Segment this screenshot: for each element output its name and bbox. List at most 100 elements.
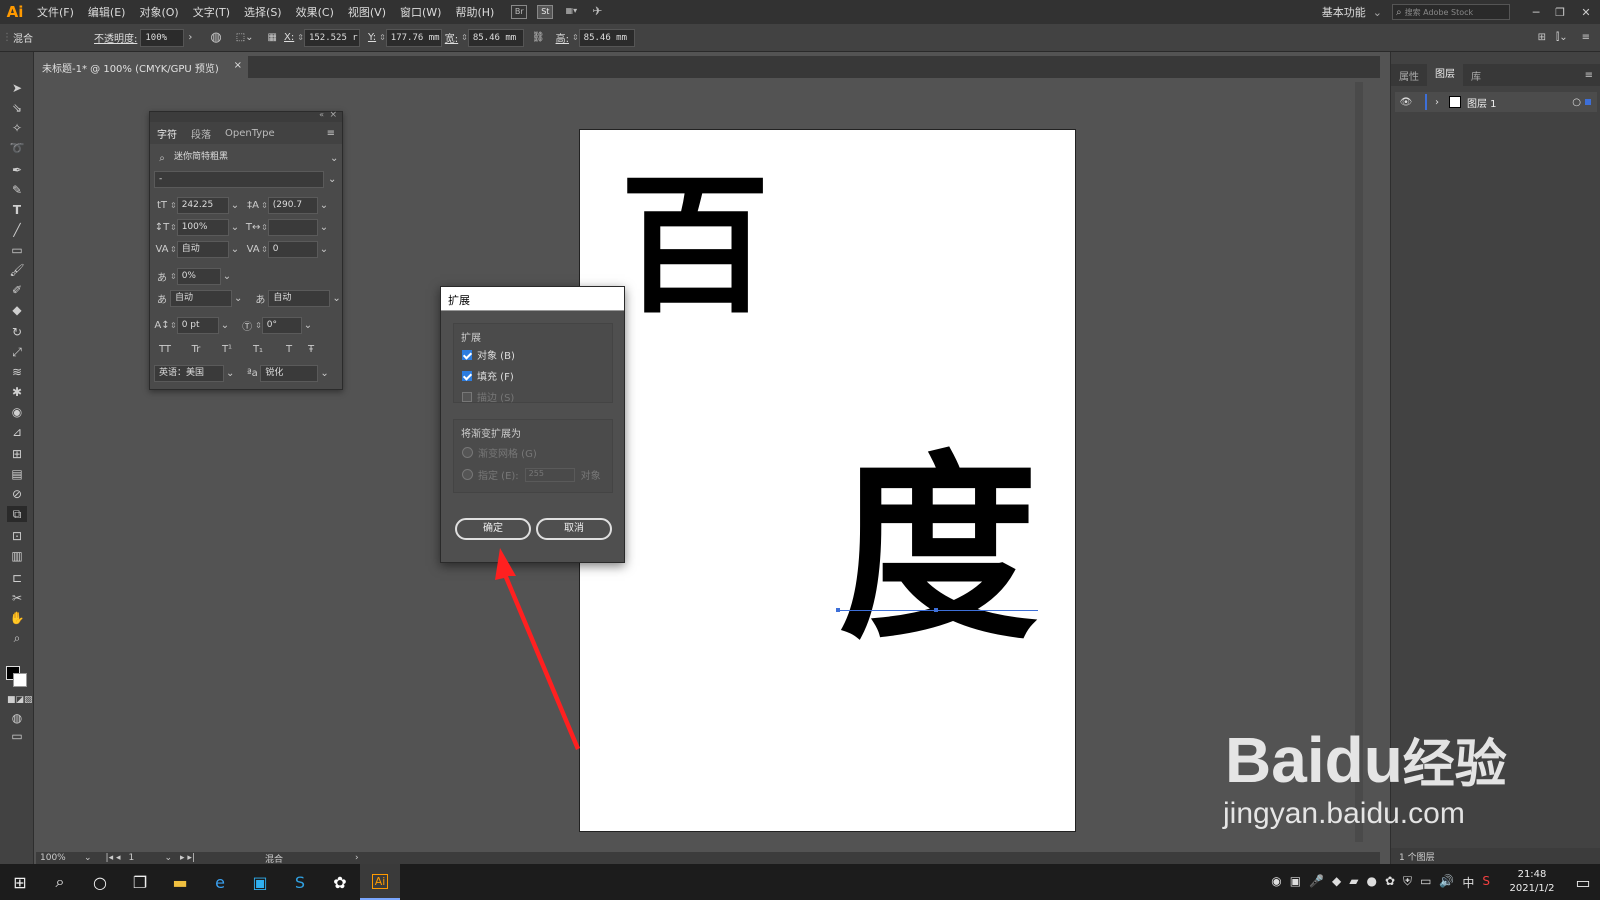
stepper-icon[interactable]: ⇕ [170,201,177,210]
stepper-icon[interactable]: ⇕ [170,272,177,281]
underline-button[interactable]: T [278,344,300,355]
globe-icon[interactable]: ◍ [210,30,221,45]
chevron-down-icon[interactable]: ⌄ [328,174,336,185]
artboard[interactable]: 百 度 [579,129,1076,832]
horizontal-scale-field[interactable] [267,218,318,236]
chevron-down-icon[interactable]: ⌄ [320,200,328,211]
clock[interactable]: 21:48 2021/1/2 [1498,868,1566,896]
kerning-field[interactable]: 自动 [176,240,229,258]
network-icon[interactable]: ▭ [1420,874,1431,891]
mesh-tool-icon[interactable]: ⊞ [7,446,27,462]
close-panel-icon[interactable]: × [329,110,337,120]
tray-app-icon[interactable]: ● [1367,874,1377,891]
baidu-icon[interactable]: ✿ [320,864,360,900]
zoom-tool-icon[interactable]: ⌕ [7,630,27,646]
blend-tool-icon[interactable]: ⧉ [7,506,27,522]
slice-tool-icon[interactable]: ✂ [7,590,27,606]
column-graph-tool-icon[interactable]: ▥ [7,548,27,564]
sogou-tray-icon[interactable]: S [1482,874,1490,891]
document-tab[interactable]: 未标题-1* @ 100% (CMYK/GPU 预览) × [36,56,248,78]
layer-row[interactable]: 👁 › 图层 1 ○ [1395,92,1597,112]
chevron-down-icon[interactable]: ⌄ [221,320,229,331]
chevron-down-icon[interactable]: ⌄ [320,244,328,255]
glyph-bai[interactable]: 百 [620,162,770,332]
paintbrush-tool-icon[interactable]: 🖌 [7,262,27,278]
stepper-icon[interactable]: ⇕ [170,321,177,330]
menu-help[interactable]: 帮助(H) [448,4,501,20]
restore-icon[interactable]: ❐ [1548,6,1572,19]
app-icon[interactable]: ▣ [240,864,280,900]
menu-type[interactable]: 文字(T) [186,4,237,20]
sogou-icon[interactable]: S [280,864,320,900]
tab-properties[interactable]: 属性 [1391,68,1427,83]
color-mode-icon[interactable]: ■◪▨ [7,692,33,708]
arrange-documents-icon[interactable]: ▦▾ [563,5,579,19]
scale-tool-icon[interactable]: ⤢ [7,344,27,360]
selection-tool-icon[interactable]: ➤ [7,80,27,96]
ime-indicator[interactable]: 中 [1462,874,1474,891]
rotation-field[interactable]: 0° [261,316,302,334]
chevron-down-icon[interactable]: ⌄ [304,320,312,331]
transform-icon[interactable]: ⬚⌄ [236,32,254,43]
stepper-icon[interactable]: ⇕ [261,201,268,210]
stepper-icon[interactable]: ⇕ [261,245,268,254]
lasso-tool-icon[interactable]: ➰ [7,140,27,156]
chevron-down-icon[interactable]: ⌄ [231,222,239,233]
rotate-tool-icon[interactable]: ↻ [7,324,27,340]
line-tool-icon[interactable]: ╱ [7,222,27,238]
leading-field[interactable]: (290.7 [267,196,318,214]
panel-menu-icon[interactable]: ≡ [320,128,342,139]
nvidia-icon[interactable]: ▰ [1349,874,1358,891]
eye-icon[interactable]: 👁 [1395,97,1417,108]
aki-left-select[interactable]: 自动 [170,289,232,307]
checkbox-checked[interactable] [462,349,472,360]
target-icon[interactable]: ○ [1572,97,1581,108]
language-select[interactable]: 英语：美国 [154,364,224,382]
object-checkbox[interactable]: 对象 (B) [462,347,515,362]
puppet-warp-tool-icon[interactable]: ✱ [7,384,27,400]
rectangle-tool-icon[interactable]: ▭ [7,242,27,258]
chevron-down-icon[interactable]: ⌄ [226,368,234,379]
volume-icon[interactable]: 🔊 [1439,874,1454,891]
shape-builder-tool-icon[interactable]: ◉ [7,404,27,420]
baseline-shift-field[interactable]: 0 pt [176,316,219,334]
gpu-performance-icon[interactable]: ✈ [589,5,605,19]
gradient-tool-icon[interactable]: ▤ [7,466,27,482]
magic-wand-tool-icon[interactable]: ✧ [7,120,27,136]
stepper-icon[interactable]: ⇕ [255,321,262,330]
stepper-icon[interactable]: ⇕ [572,33,579,42]
cortana-icon[interactable]: ○ [80,864,120,900]
font-size-field[interactable]: 242.25 [176,196,229,214]
close-tab-icon[interactable]: × [234,60,242,71]
width-tool-icon[interactable]: ≋ [7,364,27,380]
symbol-sprayer-tool-icon[interactable]: ⊡ [7,528,27,544]
stepper-icon[interactable]: ⇕ [297,33,304,42]
superscript-button[interactable]: T¹ [216,344,238,355]
tray-app-icon[interactable]: ✿ [1385,874,1395,891]
chevron-down-icon[interactable]: ⌄ [234,293,242,304]
hand-tool-icon[interactable]: ✋ [7,610,27,626]
notification-icon[interactable]: ▭ [1566,864,1600,900]
checkbox-checked[interactable] [462,370,472,381]
type-tool-icon[interactable]: T [7,202,27,218]
direct-selection-tool-icon[interactable]: ⇘ [7,100,27,116]
minimize-icon[interactable]: ─ [1524,6,1548,19]
tab-paragraph[interactable]: 段落 [184,126,218,141]
collapse-icon[interactable]: « [319,110,324,119]
menu-object[interactable]: 对象(O) [132,4,185,20]
tab-opentype[interactable]: OpenType [218,128,282,139]
panel-menu-icon[interactable]: ≡ [1582,32,1590,43]
stock-button[interactable]: St [537,5,554,19]
vertical-scale-field[interactable]: 100% [176,218,229,236]
ok-button[interactable]: 确定 [455,518,531,540]
pen-tool-icon[interactable]: ✒ [7,162,27,178]
menu-file[interactable]: 文件(F) [30,4,81,20]
opacity-label[interactable]: 不透明度: [94,30,137,45]
selection-anchor[interactable] [836,608,840,612]
width-field[interactable]: 85.46 mm [467,28,524,47]
tab-character[interactable]: 字符 [150,126,184,141]
selection-anchor[interactable] [934,608,938,612]
small-caps-button[interactable]: Tr [176,344,216,355]
stock-search-input[interactable]: ⌕ 搜索 Adobe Stock [1392,4,1510,20]
zoom-field[interactable]: 100% [36,853,84,863]
